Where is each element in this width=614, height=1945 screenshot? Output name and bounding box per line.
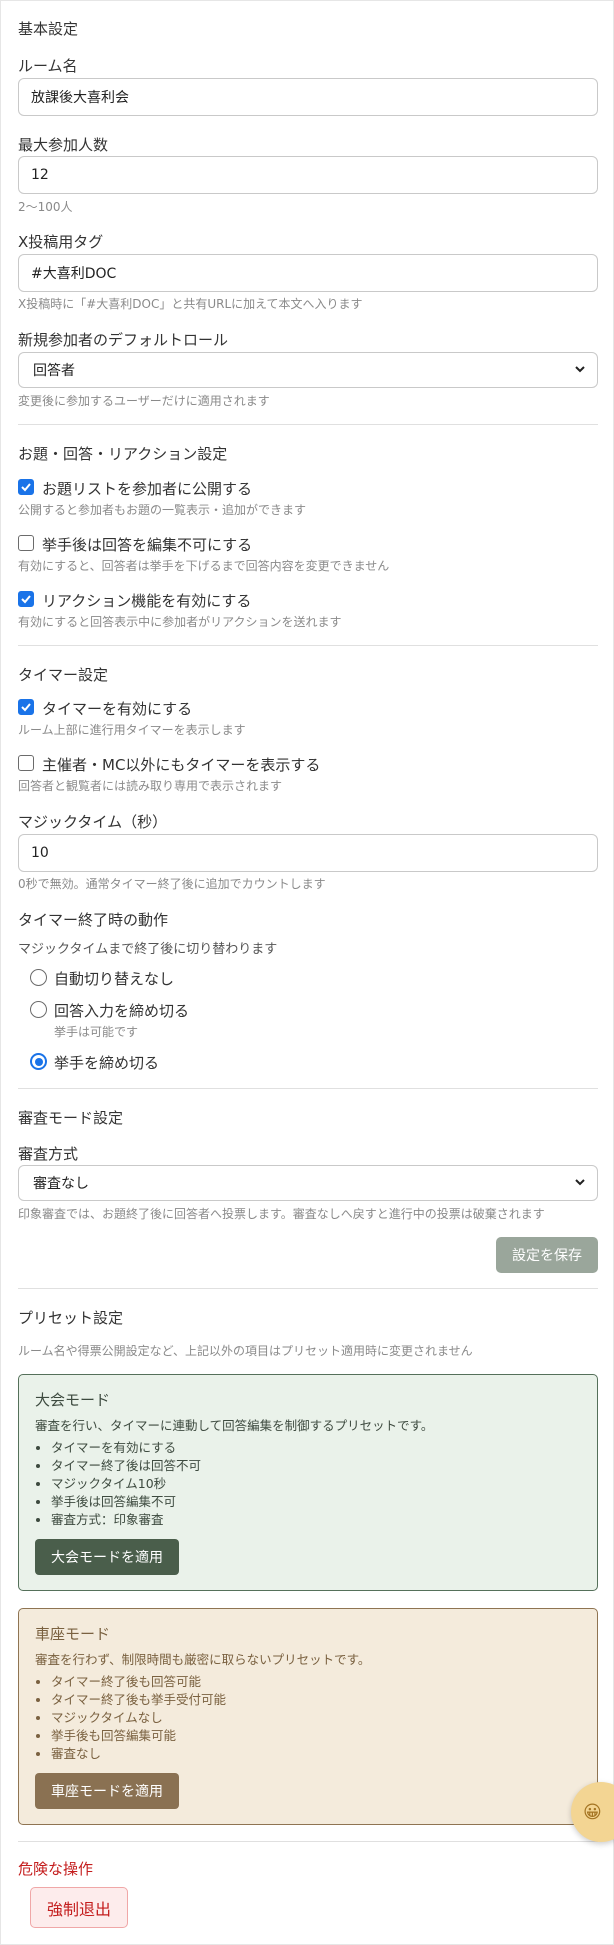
end-action-sub-close-answer: 挙手は可能です — [54, 1025, 139, 1039]
chevron-down-icon — [575, 1179, 585, 1186]
timer-show-all-label[interactable]: 主催者・MC以外にもタイマーを表示する — [42, 754, 320, 775]
publish-list-label[interactable]: お題リストを参加者に公開する — [42, 478, 252, 499]
magic-time-label: マジックタイム（秒） — [18, 813, 168, 831]
timer-enable-label[interactable]: タイマーを有効にする — [42, 698, 192, 719]
casual-desc: 審査を行わず、制限時間も厳密に取らないプリセットです。 — [35, 1652, 371, 1667]
end-action-radio-close-answer[interactable] — [30, 1001, 47, 1018]
publish-list-help: 公開すると参加者もお題の一覧表示・追加ができます — [18, 503, 307, 517]
topics-section-title: お題・回答・リアクション設定 — [18, 445, 228, 463]
apply-casual-button[interactable]: 車座モードを適用 — [35, 1773, 179, 1809]
lock-edit-label[interactable]: 挙手後は回答を編集不可にする — [42, 534, 252, 555]
x-tag-input[interactable]: #大喜利DOC — [18, 254, 598, 292]
save-settings-button[interactable]: 設定を保存 — [496, 1237, 598, 1273]
timer-enable-help: ルーム上部に進行用タイマーを表示します — [18, 723, 246, 737]
list-item: 審査方式：印象審査 — [51, 1511, 201, 1529]
default-role-label: 新規参加者のデフォルトロール — [18, 331, 229, 349]
check-icon — [21, 483, 31, 492]
timer-enable-checkbox[interactable] — [18, 699, 34, 715]
max-participants-help: 2〜100人 — [18, 200, 73, 214]
reaction-label[interactable]: リアクション機能を有効にする — [42, 590, 251, 611]
review-method-label: 審査方式 — [18, 1145, 79, 1163]
list-item: タイマー終了後は回答不可 — [51, 1457, 201, 1475]
tournament-items: タイマーを有効にする タイマー終了後は回答不可 マジックタイム10秒 挙手後は回… — [51, 1439, 201, 1529]
list-item: マジックタイムなし — [51, 1709, 226, 1727]
end-action-label-none[interactable]: 自動切り替えなし — [54, 968, 174, 989]
list-item: タイマー終了後も回答可能 — [51, 1673, 226, 1691]
divider — [18, 424, 598, 425]
presets-section-title: プリセット設定 — [18, 1309, 124, 1327]
casual-preset-card: 車座モード 審査を行わず、制限時間も厳密に取らないプリセットです。 タイマー終了… — [18, 1608, 598, 1825]
review-method-select[interactable]: 審査なし — [18, 1165, 598, 1201]
end-action-radio-close-hand[interactable] — [30, 1053, 47, 1070]
max-participants-label: 最大参加人数 — [18, 136, 109, 154]
tournament-preset-card: 大会モード 審査を行い、タイマーに連動して回答編集を制御するプリセットです。 タ… — [18, 1374, 598, 1591]
end-action-label-close-answer[interactable]: 回答入力を締め切る — [54, 1000, 189, 1021]
default-role-select[interactable]: 回答者 — [18, 352, 598, 388]
max-participants-input[interactable]: 12 — [18, 156, 598, 194]
end-action-help: マジックタイムまで終了後に切り替わります — [18, 942, 278, 957]
settings-panel: 基本設定 ルーム名 放課後大喜利会 最大参加人数 12 2〜100人 X投稿用タ… — [0, 0, 614, 1945]
list-item: タイマーを有効にする — [51, 1439, 201, 1457]
casual-items: タイマー終了後も回答可能 タイマー終了後も挙手受付可能 マジックタイムなし 挙手… — [51, 1673, 226, 1763]
lock-edit-help: 有効にすると、回答者は挙手を下げるまで回答内容を変更できません — [18, 559, 390, 573]
review-method-value: 審査なし — [33, 1176, 89, 1192]
list-item: 審査なし — [51, 1745, 226, 1763]
divider — [18, 1288, 598, 1289]
force-exit-button[interactable]: 強制退出 — [30, 1887, 128, 1928]
casual-title: 車座モード — [35, 1625, 111, 1643]
room-name-label: ルーム名 — [18, 57, 78, 75]
x-tag-label: X投稿用タグ — [18, 233, 104, 251]
check-icon — [21, 703, 31, 712]
divider — [18, 1088, 598, 1089]
review-method-help: 印象審査では、お題終了後に回答者へ投票します。審査なしへ戻すと進行中の投票は破棄… — [18, 1207, 545, 1221]
timer-show-all-checkbox[interactable] — [18, 755, 34, 771]
end-action-radio-none[interactable] — [30, 969, 47, 986]
default-role-help: 変更後に参加するユーザーだけに適用されます — [18, 394, 270, 408]
presets-help: ルーム名や得票公開設定など、上記以外の項目はプリセット適用時に変更されません — [18, 1344, 473, 1358]
divider — [18, 645, 598, 646]
timer-section-title: タイマー設定 — [18, 666, 109, 684]
tournament-title: 大会モード — [35, 1391, 111, 1409]
magic-time-input[interactable]: 10 — [18, 834, 598, 872]
danger-section-title: 危険な操作 — [18, 1860, 94, 1878]
reaction-checkbox[interactable] — [18, 591, 34, 607]
room-name-input[interactable]: 放課後大喜利会 — [18, 78, 598, 116]
end-action-label: タイマー終了時の動作 — [18, 911, 169, 929]
reaction-help: 有効にすると回答表示中に参加者がリアクションを送れます — [18, 615, 342, 629]
magic-time-help: 0秒で無効。通常タイマー終了後に追加でカウントします — [18, 877, 326, 891]
tournament-desc: 審査を行い、タイマーに連動して回答編集を制御するプリセットです。 — [35, 1418, 434, 1433]
list-item: タイマー終了後も挙手受付可能 — [51, 1691, 226, 1709]
publish-list-checkbox[interactable] — [18, 479, 34, 495]
divider — [18, 1841, 598, 1842]
lock-edit-checkbox[interactable] — [18, 535, 34, 551]
timer-show-all-help: 回答者と観覧者には読み取り専用で表示されます — [18, 779, 283, 793]
review-section-title: 審査モード設定 — [18, 1109, 124, 1127]
list-item: マジックタイム10秒 — [51, 1475, 201, 1493]
list-item: 挙手後は回答編集不可 — [51, 1493, 201, 1511]
x-tag-help: X投稿時に「#大喜利DOC」と共有URLに加えて本文へ入ります — [18, 297, 363, 311]
apply-tournament-button[interactable]: 大会モードを適用 — [35, 1539, 179, 1575]
chevron-down-icon — [575, 366, 585, 373]
check-icon — [21, 595, 31, 604]
default-role-value: 回答者 — [33, 363, 75, 379]
list-item: 挙手後も回答編集可能 — [51, 1727, 226, 1745]
basic-section-title: 基本設定 — [18, 20, 79, 38]
end-action-label-close-hand[interactable]: 挙手を締め切る — [54, 1052, 159, 1073]
